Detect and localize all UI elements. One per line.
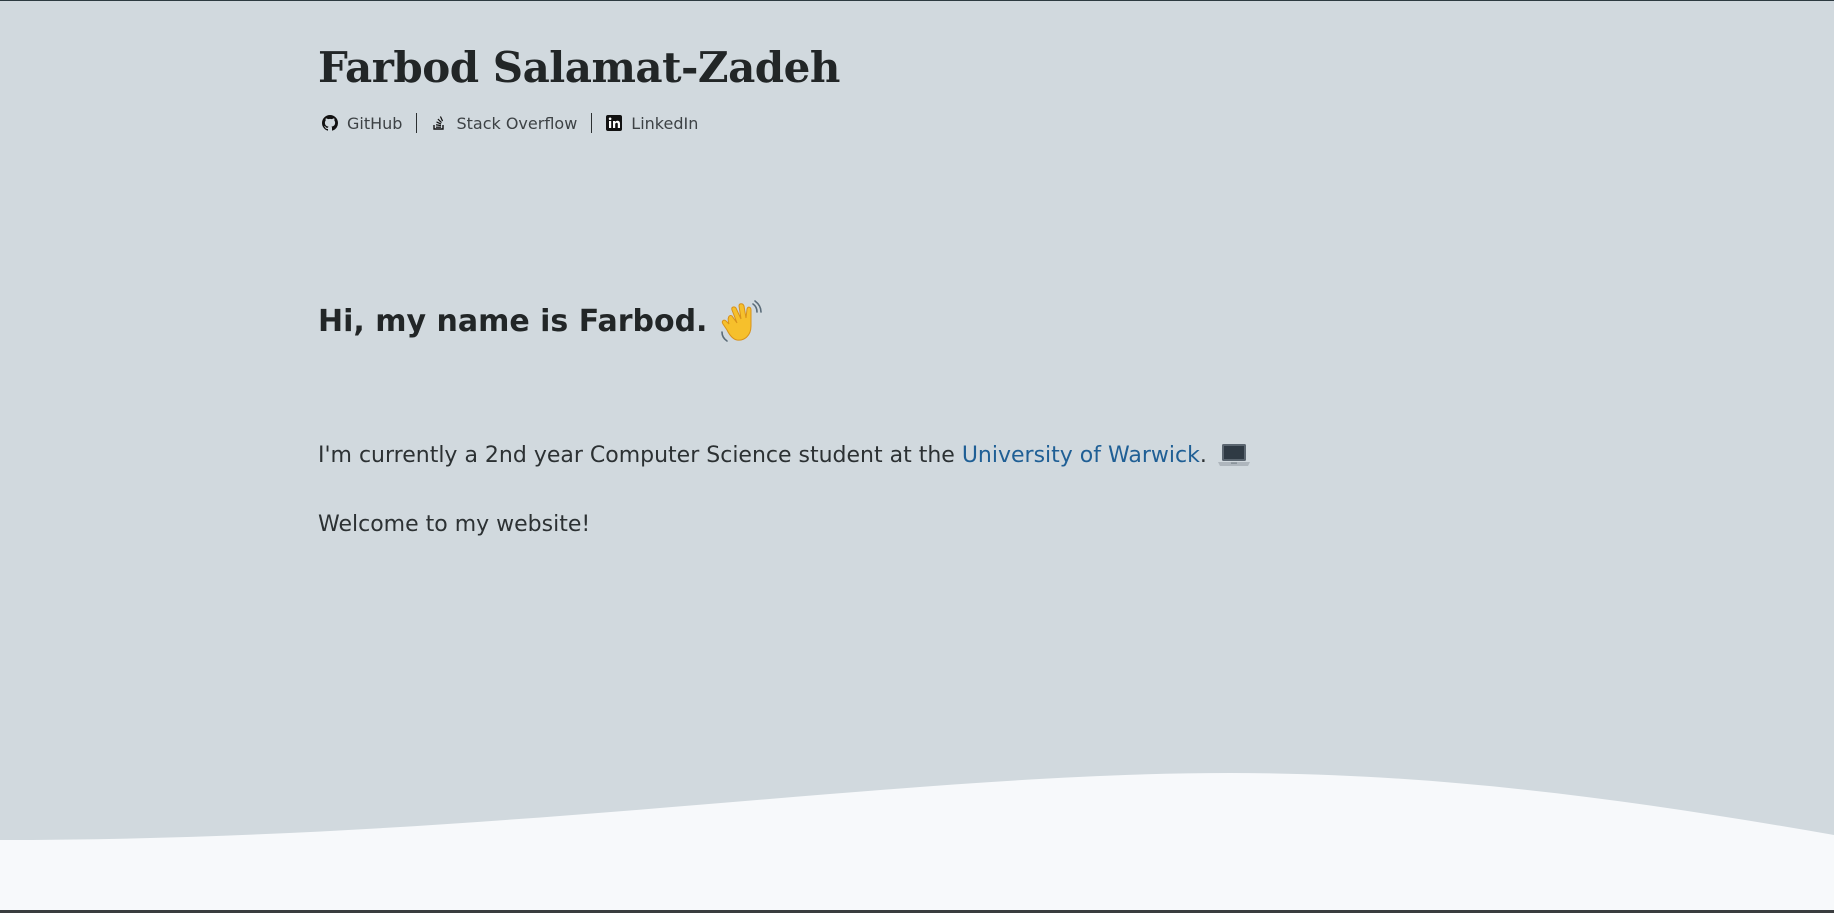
greeting-text: Hi, my name is Farbod. [318, 303, 708, 339]
intro-period: . [1199, 442, 1207, 468]
separator [591, 113, 593, 133]
site-title: Farbod Salamat-Zadeh [318, 43, 840, 92]
github-label: GitHub [347, 113, 403, 133]
greeting-heading: Hi, my name is Farbod. [318, 298, 763, 344]
stack-overflow-icon [431, 115, 447, 131]
separator [416, 113, 418, 133]
page: Farbod Salamat-Zadeh GitHub Stack Overfl… [0, 0, 1834, 913]
laptop-icon [1217, 442, 1251, 468]
intro-paragraph: I'm currently a 2nd year Computer Scienc… [318, 442, 1251, 468]
intro-text: I'm currently a 2nd year Computer Scienc… [318, 442, 962, 468]
github-icon [322, 115, 338, 131]
github-link[interactable]: GitHub [322, 114, 402, 133]
waving-hand-icon [719, 298, 763, 344]
linkedin-icon [606, 115, 623, 131]
welcome-text: Welcome to my website! [318, 512, 591, 537]
linkedin-link[interactable]: LinkedIn [606, 114, 698, 133]
stack-overflow-link[interactable]: Stack Overflow [431, 114, 577, 133]
wave-divider [0, 773, 1834, 913]
social-links: GitHub Stack Overflow LinkedIn [322, 113, 698, 133]
university-link[interactable]: University of Warwick [962, 443, 1200, 468]
linkedin-label: LinkedIn [631, 113, 699, 133]
stack-overflow-label: Stack Overflow [456, 113, 578, 133]
